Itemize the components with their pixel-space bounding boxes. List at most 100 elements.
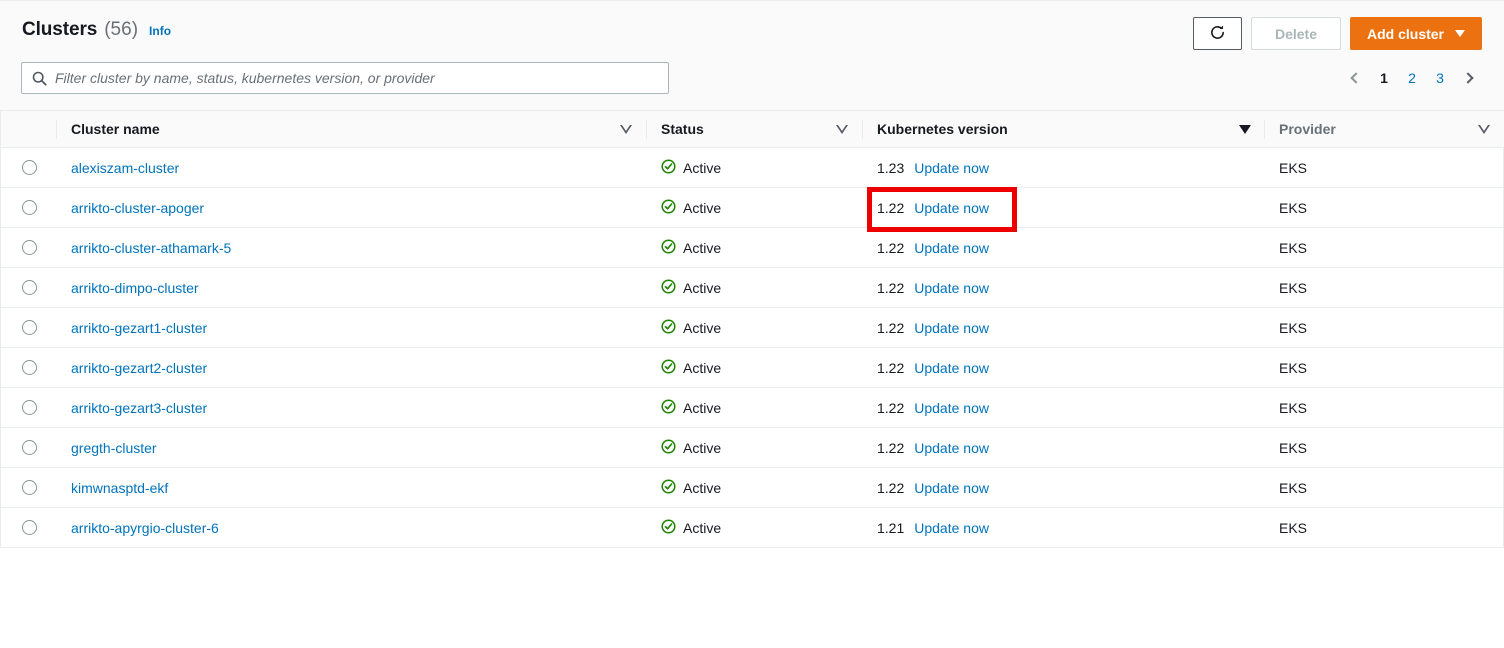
info-link[interactable]: Info xyxy=(149,24,171,38)
status-label: Active xyxy=(683,239,722,256)
kubernetes-version-value: 1.22 xyxy=(877,359,905,376)
row-radio-button[interactable] xyxy=(21,280,37,295)
update-now-link[interactable]: Update now xyxy=(914,280,989,296)
update-now-link[interactable]: Update now xyxy=(914,480,989,496)
refresh-button[interactable] xyxy=(1192,17,1242,50)
update-now-link[interactable]: Update now xyxy=(914,360,989,376)
search-icon xyxy=(32,71,47,86)
table-row: arrikto-gezart2-cluster Active 1.22 Update … xyxy=(1,347,1504,388)
sort-icon-kubernetes-version-active[interactable] xyxy=(1239,124,1251,134)
column-header-cluster-name[interactable]: Cluster name xyxy=(57,110,647,148)
cluster-name-cell: arrikto-apyrgio-cluster-6 xyxy=(57,507,647,548)
row-select-cell xyxy=(1,227,57,268)
provider-label: EKS xyxy=(1279,319,1308,336)
cluster-name-link[interactable]: arrikto-gezart3-cluster xyxy=(71,400,207,416)
chevron-down-icon xyxy=(1455,30,1465,37)
pagination-page-3[interactable]: 3 xyxy=(1426,64,1454,92)
cluster-name-cell: arrikto-gezart2-cluster xyxy=(57,347,647,388)
update-now-link[interactable]: Update now xyxy=(914,160,989,176)
cluster-name-link[interactable]: arrikto-gezart2-cluster xyxy=(71,360,207,376)
update-now-link[interactable]: Update now xyxy=(914,400,989,416)
status-label: Active xyxy=(683,159,722,176)
pagination-next[interactable] xyxy=(1454,64,1482,92)
delete-button[interactable]: Delete xyxy=(1250,17,1341,50)
provider-label: EKS xyxy=(1279,239,1308,256)
cluster-name-link[interactable]: arrikto-gezart1-cluster xyxy=(71,320,207,336)
row-radio-button[interactable] xyxy=(21,240,37,255)
update-now-link[interactable]: Update now xyxy=(914,320,989,336)
sort-icon-provider[interactable] xyxy=(1478,124,1491,134)
row-radio-button[interactable] xyxy=(21,440,37,455)
clusters-table: Cluster name Status Kubernetes version P… xyxy=(1,110,1504,548)
status-success-icon xyxy=(661,438,676,457)
table-header-row: Cluster name Status Kubernetes version P… xyxy=(1,110,1504,148)
update-now-link[interactable]: Update now xyxy=(914,200,989,216)
provider-label: EKS xyxy=(1279,159,1308,176)
kubernetes-version-value: 1.22 xyxy=(877,279,905,296)
clusters-page: Clusters (56) Info Filter cluster by nam… xyxy=(0,0,1504,648)
status-label: Active xyxy=(683,439,722,456)
column-header-kubernetes-version[interactable]: Kubernetes version xyxy=(863,110,1265,148)
row-radio-button[interactable] xyxy=(21,520,37,535)
provider-label: EKS xyxy=(1279,439,1308,456)
status-label: Active xyxy=(683,479,722,496)
table-row: kimwnasptd-ekf Active 1.22 Update now EKS xyxy=(1,467,1504,508)
pagination-page-2[interactable]: 2 xyxy=(1398,64,1426,92)
row-radio-button[interactable] xyxy=(21,360,37,375)
cluster-name-link[interactable]: kimwnasptd-ekf xyxy=(71,480,168,496)
table-row: arrikto-gezart1-cluster Active 1.22 Update … xyxy=(1,307,1504,348)
status-label: Active xyxy=(683,319,722,336)
cluster-name-link[interactable]: arrikto-cluster-apoger xyxy=(71,200,204,216)
cluster-name-link[interactable]: gregth-cluster xyxy=(71,440,157,456)
update-now-link[interactable]: Update now xyxy=(914,440,989,456)
row-select-cell xyxy=(1,147,57,188)
pagination-prev[interactable] xyxy=(1342,64,1370,92)
row-radio-button[interactable] xyxy=(21,320,37,335)
kubernetes-version-cell: 1.22 Update now xyxy=(863,347,1265,388)
status-success-icon xyxy=(661,158,676,177)
status-label: Active xyxy=(683,199,722,216)
status-success-icon xyxy=(661,318,676,337)
kubernetes-version-cell: 1.22 Update now xyxy=(863,307,1265,348)
chevron-left-icon xyxy=(1350,72,1362,84)
sort-icon-status[interactable] xyxy=(836,124,849,134)
add-cluster-button[interactable]: Add cluster xyxy=(1349,17,1482,50)
search-input[interactable] xyxy=(55,70,658,86)
provider-label: EKS xyxy=(1279,359,1308,376)
table-row: arrikto-cluster-athamark-5 Active 1.22 Upda… xyxy=(1,227,1504,268)
table-row: arrikto-apyrgio-cluster-6 Active 1.21 Updat… xyxy=(1,507,1504,548)
kubernetes-version-value: 1.21 xyxy=(877,519,905,536)
update-now-link[interactable]: Update now xyxy=(914,520,989,536)
row-radio-button[interactable] xyxy=(21,160,37,175)
provider-cell: EKS xyxy=(1265,507,1504,548)
provider-cell: EKS xyxy=(1265,187,1504,228)
toolbar-actions: Delete Add cluster xyxy=(1192,17,1482,50)
column-header-status-label: Status xyxy=(661,121,704,137)
sort-icon-cluster-name[interactable] xyxy=(620,124,633,134)
kubernetes-version-value: 1.22 xyxy=(877,479,905,496)
column-header-provider[interactable]: Provider xyxy=(1265,110,1504,148)
status-success-icon xyxy=(661,238,676,257)
row-radio-button[interactable] xyxy=(21,400,37,415)
kubernetes-version-value: 1.22 xyxy=(877,319,905,336)
provider-cell: EKS xyxy=(1265,307,1504,348)
status-success-icon xyxy=(661,518,676,537)
kubernetes-version-cell: 1.22 Update now xyxy=(863,427,1265,468)
kubernetes-version-cell: 1.22 Update now xyxy=(863,387,1265,428)
column-header-kubernetes-version-label: Kubernetes version xyxy=(877,121,1008,137)
update-now-link[interactable]: Update now xyxy=(914,240,989,256)
search-box[interactable] xyxy=(21,62,669,94)
column-header-status[interactable]: Status xyxy=(647,110,863,148)
status-cell: Active xyxy=(647,267,863,308)
provider-label: EKS xyxy=(1279,279,1308,296)
row-radio-button[interactable] xyxy=(21,480,37,495)
row-radio-button[interactable] xyxy=(21,200,37,215)
pagination-page-1[interactable]: 1 xyxy=(1370,64,1398,92)
table-row: alexiszam-cluster Active 1.23 Update now EKS xyxy=(1,147,1504,188)
cluster-name-link[interactable]: alexiszam-cluster xyxy=(71,160,179,176)
cluster-name-link[interactable]: arrikto-dimpo-cluster xyxy=(71,280,199,296)
cluster-name-cell: arrikto-gezart3-cluster xyxy=(57,387,647,428)
add-cluster-label: Add cluster xyxy=(1366,25,1444,42)
cluster-name-link[interactable]: arrikto-cluster-athamark-5 xyxy=(71,240,231,256)
cluster-name-link[interactable]: arrikto-apyrgio-cluster-6 xyxy=(71,520,219,536)
